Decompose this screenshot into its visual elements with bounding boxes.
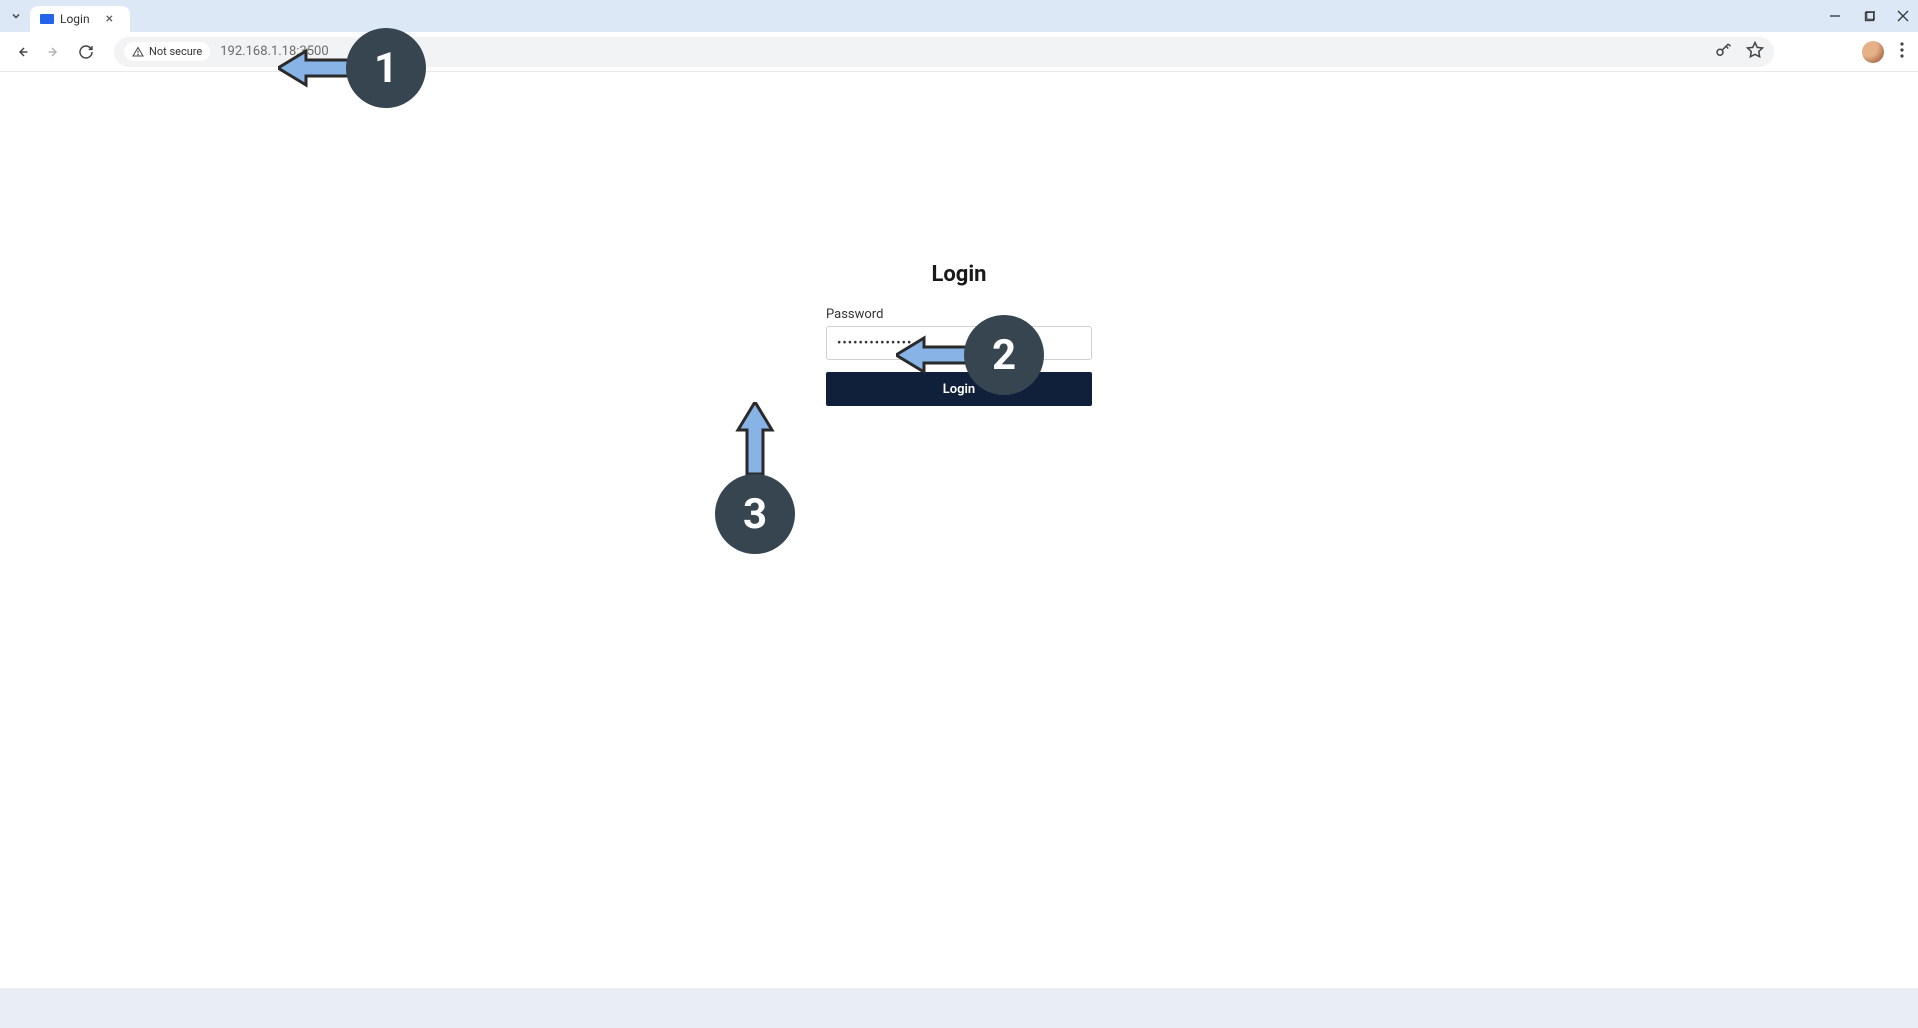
back-button[interactable] xyxy=(8,38,36,66)
security-chip[interactable]: Not secure xyxy=(124,42,210,61)
security-label: Not secure xyxy=(149,45,202,58)
profile-avatar[interactable] xyxy=(1862,41,1884,63)
window-close-icon[interactable] xyxy=(1896,9,1910,23)
warning-icon xyxy=(132,46,144,58)
page-content: Login Password Login 1 2 3 xyxy=(0,72,1918,1028)
bookmark-star-icon[interactable] xyxy=(1746,41,1764,63)
reload-button[interactable] xyxy=(72,38,100,66)
annotation-number-2: 2 xyxy=(992,331,1016,380)
annotation-number-1: 1 xyxy=(374,44,398,93)
window-maximize-icon[interactable] xyxy=(1862,9,1876,23)
bottom-bar xyxy=(0,988,1918,1028)
password-key-icon[interactable] xyxy=(1714,41,1732,63)
login-title: Login xyxy=(826,262,1092,287)
tab-search-button[interactable] xyxy=(6,6,26,26)
password-label: Password xyxy=(826,307,1092,322)
annotation-number-3: 3 xyxy=(743,490,767,539)
forward-button[interactable] xyxy=(40,38,68,66)
chrome-menu-icon[interactable] xyxy=(1900,42,1904,62)
tab-close-icon[interactable]: × xyxy=(106,11,113,27)
tab-favicon-icon xyxy=(40,14,54,24)
tab-title: Login xyxy=(60,12,90,26)
browser-tab[interactable]: Login × xyxy=(30,6,130,32)
window-minimize-icon[interactable] xyxy=(1828,9,1842,23)
browser-tab-strip: Login × xyxy=(0,0,1918,32)
